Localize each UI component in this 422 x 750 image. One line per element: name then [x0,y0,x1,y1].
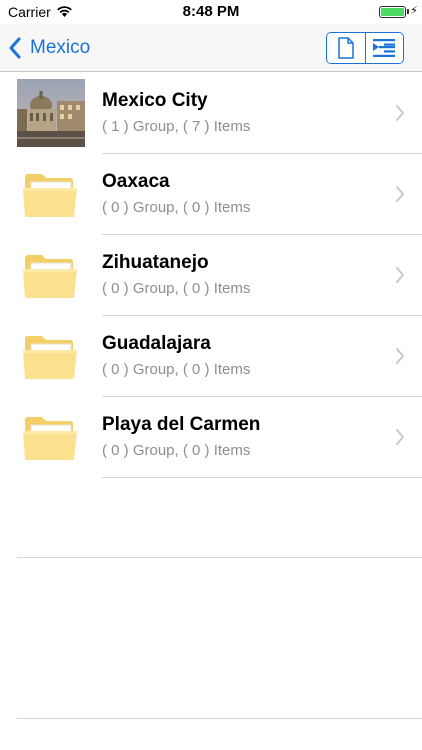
document-icon [338,37,354,59]
folder-icon [23,417,77,460]
status-time: 8:48 PM [182,3,240,20]
chevron-left-icon [9,37,21,59]
outline-view-button[interactable] [365,33,403,63]
list-item[interactable]: Oaxaca ( 0 ) Group, ( 0 ) Items [0,154,422,235]
status-bar: Carrier 8:48 PM ⚡ [0,0,422,24]
empty-section-divider [17,718,422,719]
group-list: Mexico City ( 1 ) Group, ( 7 ) Items Oax… [0,73,422,478]
list-item-subtitle: ( 0 ) Group, ( 0 ) Items [102,361,251,378]
view-mode-segmented-control [326,32,404,64]
chevron-right-icon [396,105,404,121]
list-item-title: Playa del Carmen [102,414,261,435]
list-item-subtitle: ( 0 ) Group, ( 0 ) Items [102,199,251,216]
charging-bolt-icon: ⚡ [410,5,418,17]
outline-list-icon [373,39,396,57]
mexico-city-photo-thumbnail [17,79,85,147]
list-item-title: Zihuatanejo [102,252,209,273]
battery-cap [407,9,409,14]
list-item[interactable]: Zihuatanejo ( 0 ) Group, ( 0 ) Items [0,235,422,316]
navigation-bar: Mexico [0,24,422,72]
back-button-label: Mexico [30,37,91,58]
list-item-subtitle: ( 0 ) Group, ( 0 ) Items [102,280,251,297]
folder-icon [23,255,77,298]
list-item-subtitle: ( 1 ) Group, ( 7 ) Items [102,118,251,135]
folder-icon [23,174,77,217]
empty-section-divider [17,557,422,558]
chevron-right-icon [396,267,404,283]
chevron-right-icon [396,429,404,445]
list-item-title: Guadalajara [102,333,211,354]
battery-icon [379,6,406,18]
list-item-subtitle: ( 0 ) Group, ( 0 ) Items [102,442,251,459]
folder-icon [23,336,77,379]
chevron-right-icon [396,186,404,202]
back-button[interactable]: Mexico [8,34,90,62]
list-item-title: Oaxaca [102,171,170,192]
list-item-title: Mexico City [102,90,208,111]
chevron-right-icon [396,348,404,364]
document-view-button[interactable] [327,33,366,63]
row-divider [102,477,422,478]
list-item[interactable]: Playa del Carmen ( 0 ) Group, ( 0 ) Item… [0,397,422,478]
list-item[interactable]: Mexico City ( 1 ) Group, ( 7 ) Items [0,73,422,154]
list-item[interactable]: Guadalajara ( 0 ) Group, ( 0 ) Items [0,316,422,397]
